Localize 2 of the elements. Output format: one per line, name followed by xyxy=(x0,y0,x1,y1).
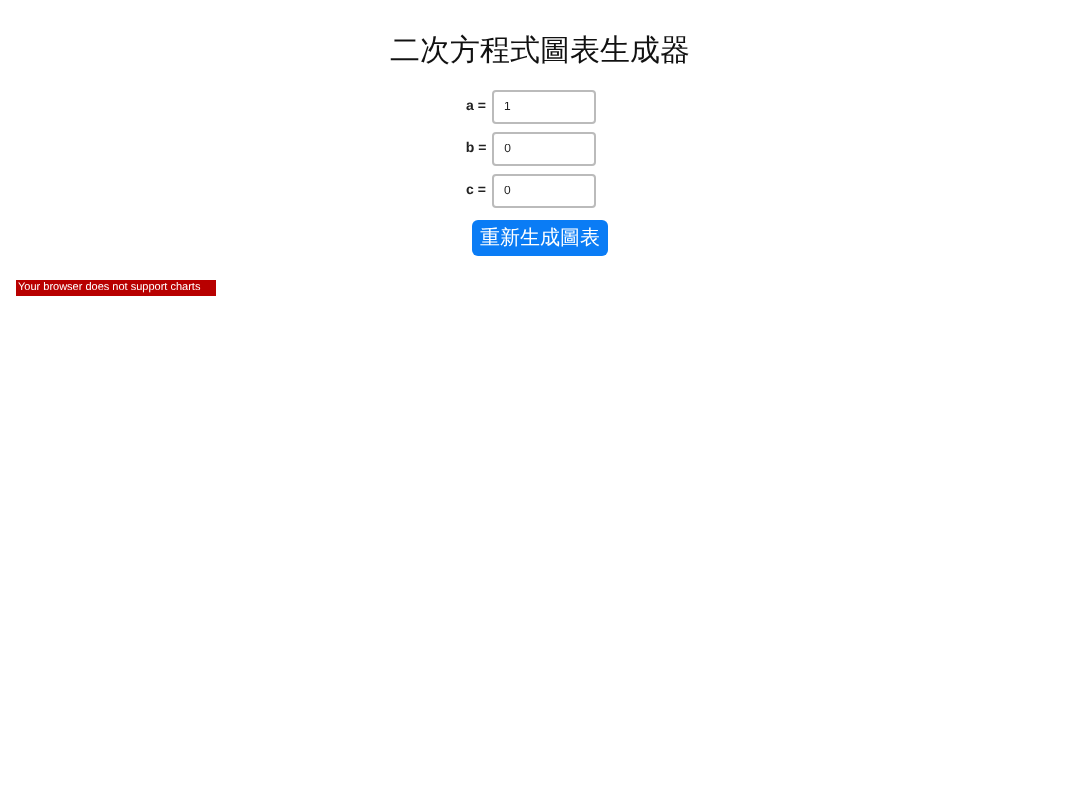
regenerate-button[interactable]: 重新生成圖表 xyxy=(472,220,608,256)
page-title: 二次方程式圖表生成器 xyxy=(390,32,690,70)
